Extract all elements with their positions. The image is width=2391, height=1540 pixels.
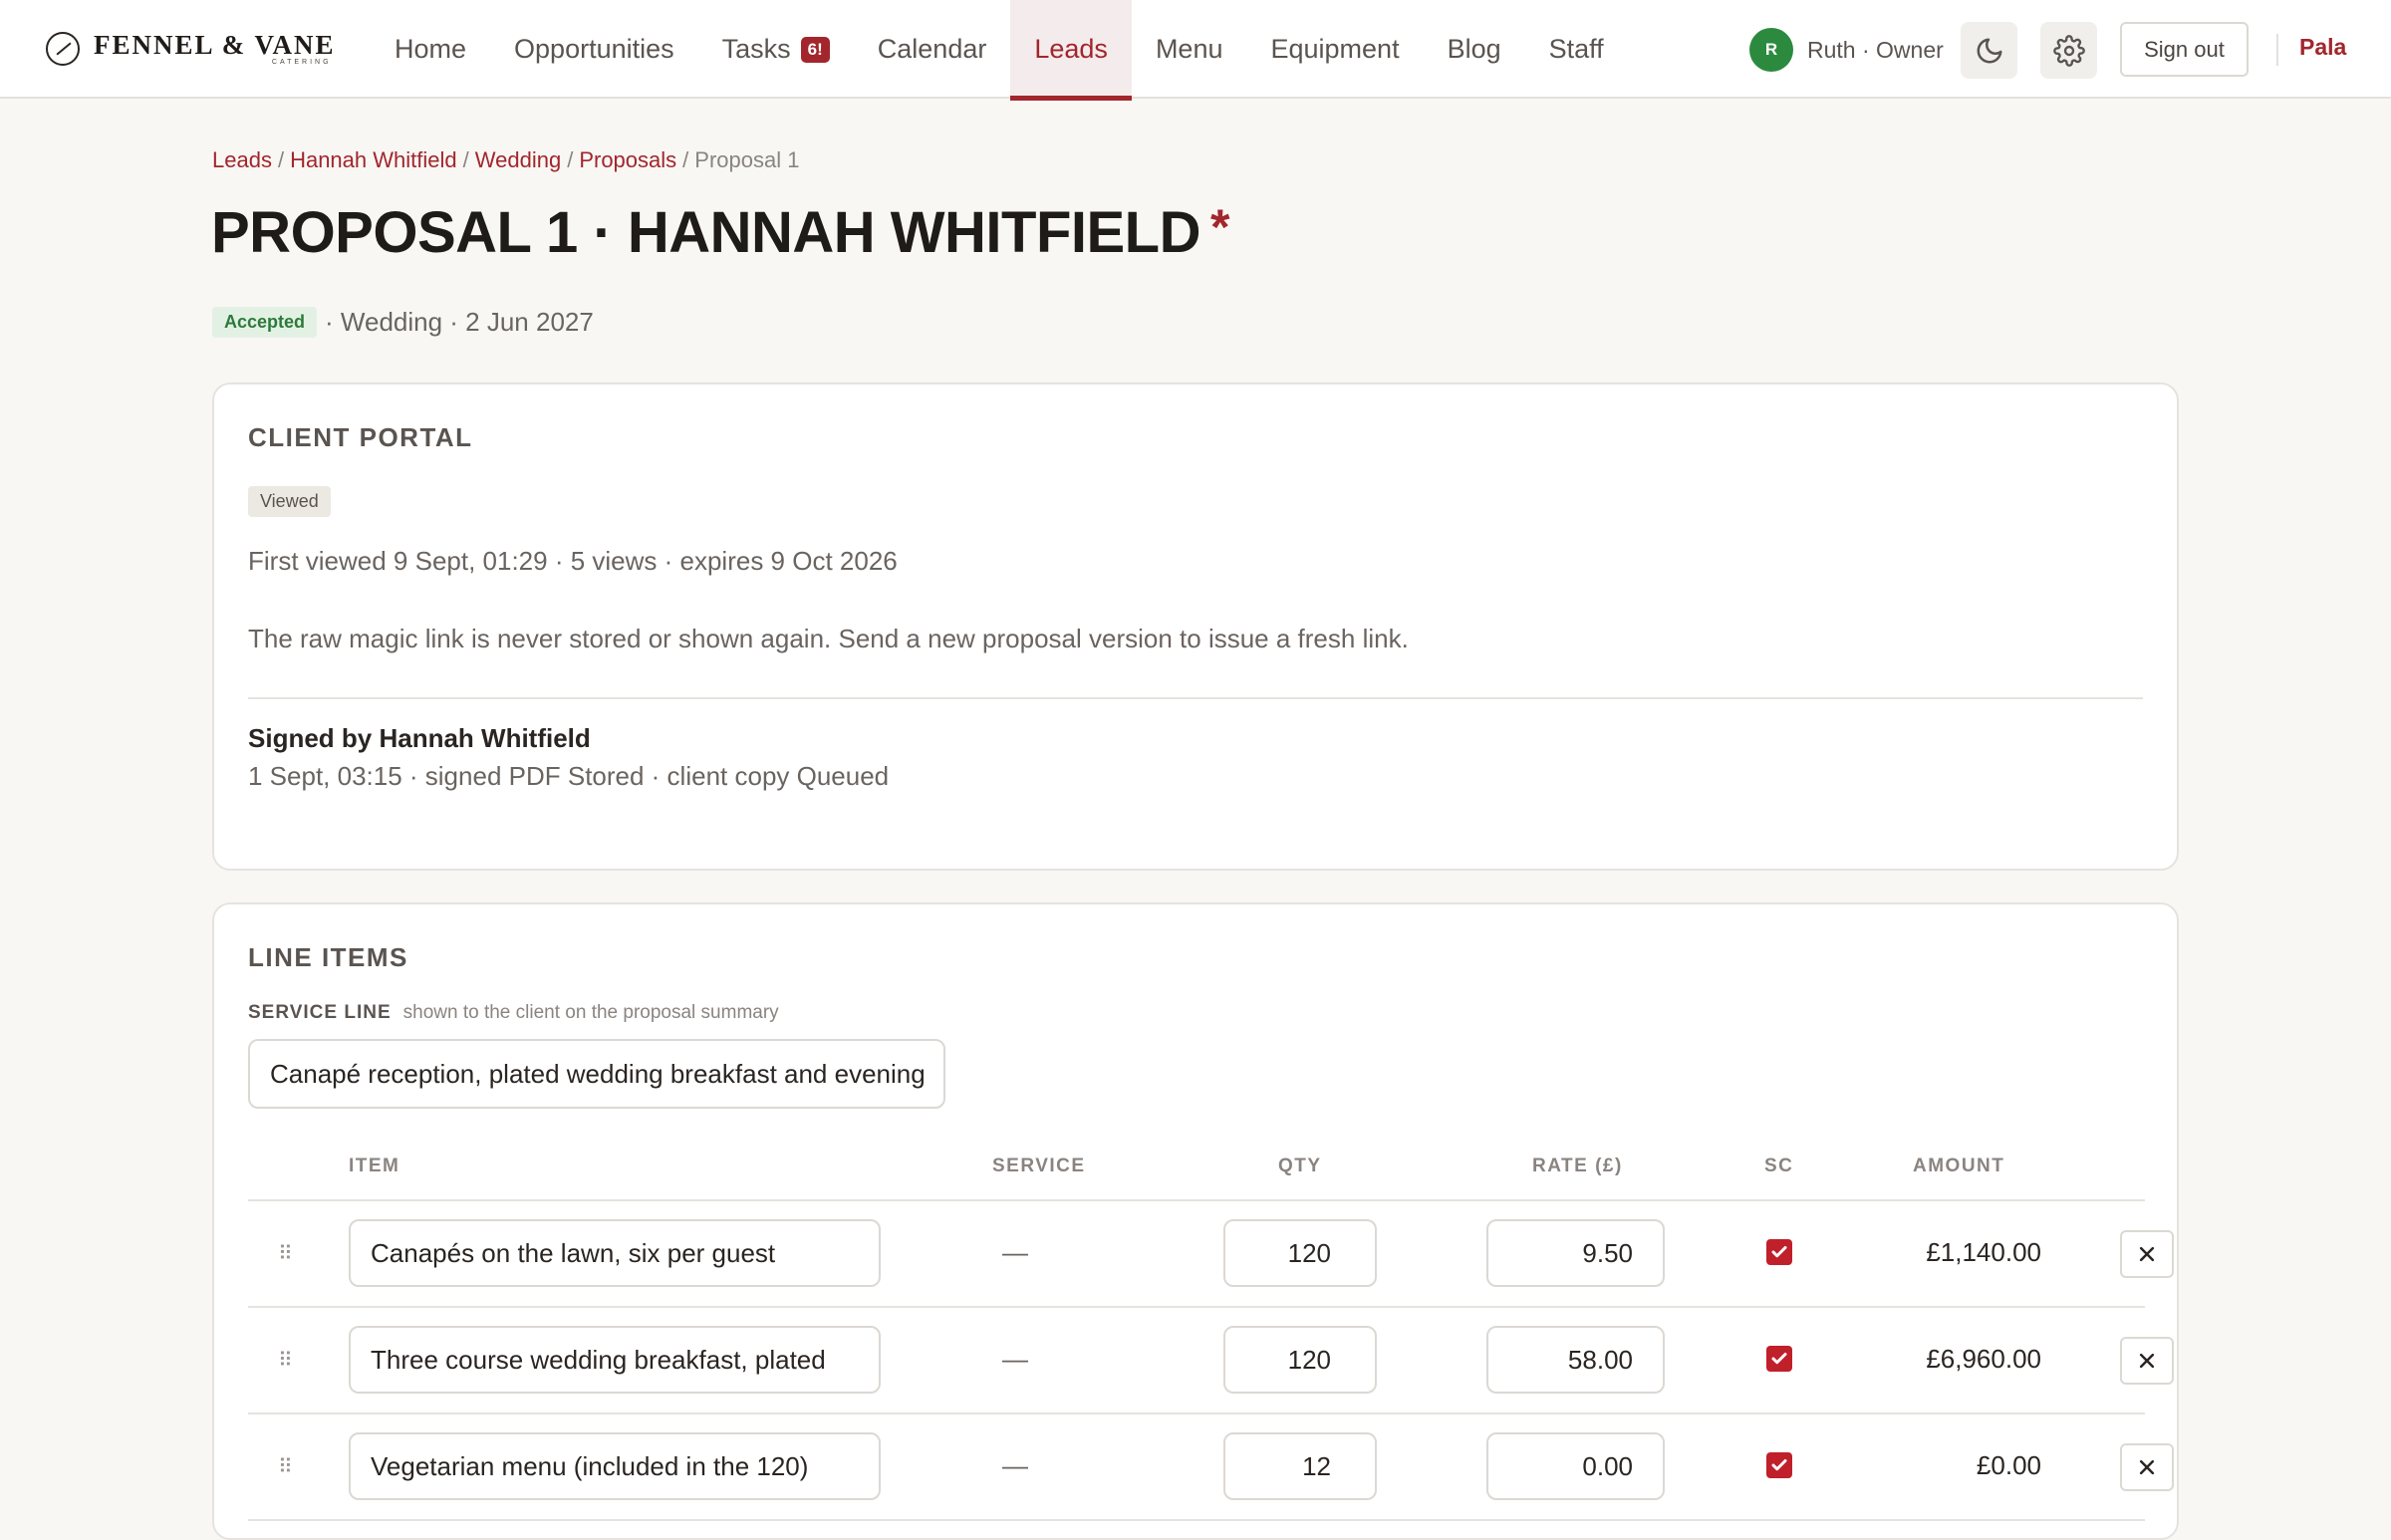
close-icon — [2139, 1459, 2155, 1475]
workspace-link[interactable]: Pala — [2299, 34, 2346, 61]
breadcrumb-event[interactable]: Wedding — [475, 147, 561, 172]
service-line-label: SERVICE LINE shown to the client on the p… — [248, 1002, 779, 1023]
nav-item-calendar[interactable]: Calendar — [854, 0, 1011, 99]
drag-handle-icon[interactable]: ⠿ — [278, 1350, 294, 1372]
service-cell: — — [1002, 1344, 1028, 1374]
checkmark-icon — [1771, 1459, 1787, 1471]
line-items-card: LINE ITEMS SERVICE LINE shown to the clie… — [212, 902, 2179, 1540]
drag-handle-icon[interactable]: ⠿ — [278, 1456, 294, 1478]
item-name-input[interactable] — [349, 1219, 881, 1287]
portal-link-note: The raw magic link is never stored or sh… — [248, 624, 1409, 653]
remove-row-button[interactable] — [2120, 1230, 2174, 1278]
nav-item-staff[interactable]: Staff — [1525, 0, 1628, 99]
breadcrumb: Leads / Hannah Whitfield / Wedding / Proposals… — [212, 147, 800, 172]
main-nav: Home Opportunities Tasks 6! Calendar Lea… — [371, 0, 1628, 101]
proposal-meta: Accepted · Wedding · 2 Jun 2027 — [212, 307, 594, 338]
nav-item-blog[interactable]: Blog — [1424, 0, 1525, 99]
service-charge-checkbox[interactable] — [1766, 1239, 1792, 1265]
user-menu[interactable]: R Ruth · Owner — [1749, 28, 1944, 72]
top-navigation-bar: FENNEL & VANE CATERING Home Opportunitie… — [0, 0, 2391, 101]
sign-out-button[interactable]: Sign out — [2120, 22, 2249, 77]
column-qty: QTY — [1278, 1155, 1322, 1176]
table-row: ⠿ — £1,140.00 — [248, 1201, 2174, 1308]
qty-input[interactable] — [1223, 1432, 1377, 1500]
remove-row-button[interactable] — [2120, 1443, 2174, 1491]
service-charge-checkbox[interactable] — [1766, 1346, 1792, 1372]
close-icon — [2139, 1246, 2155, 1262]
tasks-count-badge: 6! — [800, 36, 830, 63]
nav-divider — [2276, 34, 2278, 66]
column-item: ITEM — [349, 1155, 400, 1176]
client-portal-heading: CLIENT PORTAL — [248, 422, 473, 452]
moon-icon — [1977, 38, 2001, 63]
close-icon — [2139, 1353, 2155, 1369]
amount-cell: £0.00 — [1976, 1450, 2041, 1480]
nav-item-home[interactable]: Home — [371, 0, 490, 99]
nav-item-leads[interactable]: Leads — [1010, 0, 1132, 101]
item-name-input[interactable] — [349, 1326, 881, 1394]
rate-input[interactable] — [1486, 1326, 1665, 1394]
column-sc: SC — [1764, 1155, 1794, 1176]
user-label: Ruth · Owner — [1807, 36, 1944, 63]
divider — [248, 697, 2143, 699]
signed-by: Signed by Hannah Whitfield — [248, 723, 591, 753]
portal-views-line: First viewed 9 Sept, 01:29 · 5 views · e… — [248, 546, 898, 576]
breadcrumb-proposals[interactable]: Proposals — [579, 147, 676, 172]
brand-name: FENNEL & VANE — [94, 30, 336, 60]
breadcrumb-current: Proposal 1 — [694, 147, 800, 172]
brand-logo[interactable]: FENNEL & VANE CATERING — [46, 26, 336, 72]
drag-handle-icon[interactable]: ⠿ — [278, 1243, 294, 1265]
portal-status-badge: Viewed — [248, 486, 331, 517]
remove-row-button[interactable] — [2120, 1337, 2174, 1385]
theme-toggle-button[interactable] — [1961, 22, 2017, 79]
nav-item-opportunities[interactable]: Opportunities — [490, 0, 698, 99]
logo-mark-icon — [46, 32, 80, 66]
column-amount: AMOUNT — [1913, 1155, 2005, 1176]
event-meta: · Wedding · 2 Jun 2027 — [325, 307, 594, 337]
page-title: PROPOSAL 1 · HANNAH WHITFIELD * — [211, 199, 1229, 265]
line-items-heading: LINE ITEMS — [248, 942, 408, 972]
service-cell: — — [1002, 1237, 1028, 1267]
unsaved-marker: * — [1210, 199, 1229, 255]
breadcrumb-leads[interactable]: Leads — [212, 147, 272, 172]
item-name-input[interactable] — [349, 1432, 881, 1500]
rate-input[interactable] — [1486, 1432, 1665, 1500]
service-line-hint: shown to the client on the proposal summ… — [402, 1002, 779, 1023]
status-badge: Accepted — [212, 307, 318, 338]
avatar: R — [1749, 28, 1793, 72]
nav-item-menu[interactable]: Menu — [1132, 0, 1247, 99]
amount-cell: £1,140.00 — [1926, 1237, 2041, 1267]
service-line-input[interactable] — [248, 1039, 945, 1109]
settings-button[interactable] — [2040, 22, 2097, 79]
qty-input[interactable] — [1223, 1219, 1377, 1287]
gear-icon — [2052, 34, 2085, 67]
service-charge-checkbox[interactable] — [1766, 1452, 1792, 1478]
amount-cell: £6,960.00 — [1926, 1344, 2041, 1374]
service-cell: — — [1002, 1450, 1028, 1480]
signed-detail: 1 Sept, 03:15 · signed PDF Stored · clie… — [248, 761, 890, 791]
table-row: ⠿ — £0.00 — [248, 1414, 2174, 1521]
qty-input[interactable] — [1223, 1326, 1377, 1394]
table-row: ⠿ — £6,960.00 — [248, 1308, 2174, 1414]
line-items-table: ITEM SERVICE QTY RATE (£) SC AMOUNT ⠿ — … — [248, 1134, 2174, 1521]
rate-input[interactable] — [1486, 1219, 1665, 1287]
checkmark-icon — [1771, 1246, 1787, 1258]
breadcrumb-client[interactable]: Hannah Whitfield — [290, 147, 457, 172]
checkmark-icon — [1771, 1353, 1787, 1365]
nav-item-tasks[interactable]: Tasks 6! — [698, 0, 854, 99]
brand-subtitle: CATERING — [271, 59, 332, 66]
column-service: SERVICE — [992, 1155, 1086, 1176]
nav-item-equipment[interactable]: Equipment — [1246, 0, 1423, 99]
column-rate: RATE (£) — [1532, 1155, 1623, 1176]
table-header: ITEM SERVICE QTY RATE (£) SC AMOUNT — [248, 1134, 2145, 1201]
client-portal-card: CLIENT PORTAL Viewed First viewed 9 Sept… — [212, 383, 2179, 871]
